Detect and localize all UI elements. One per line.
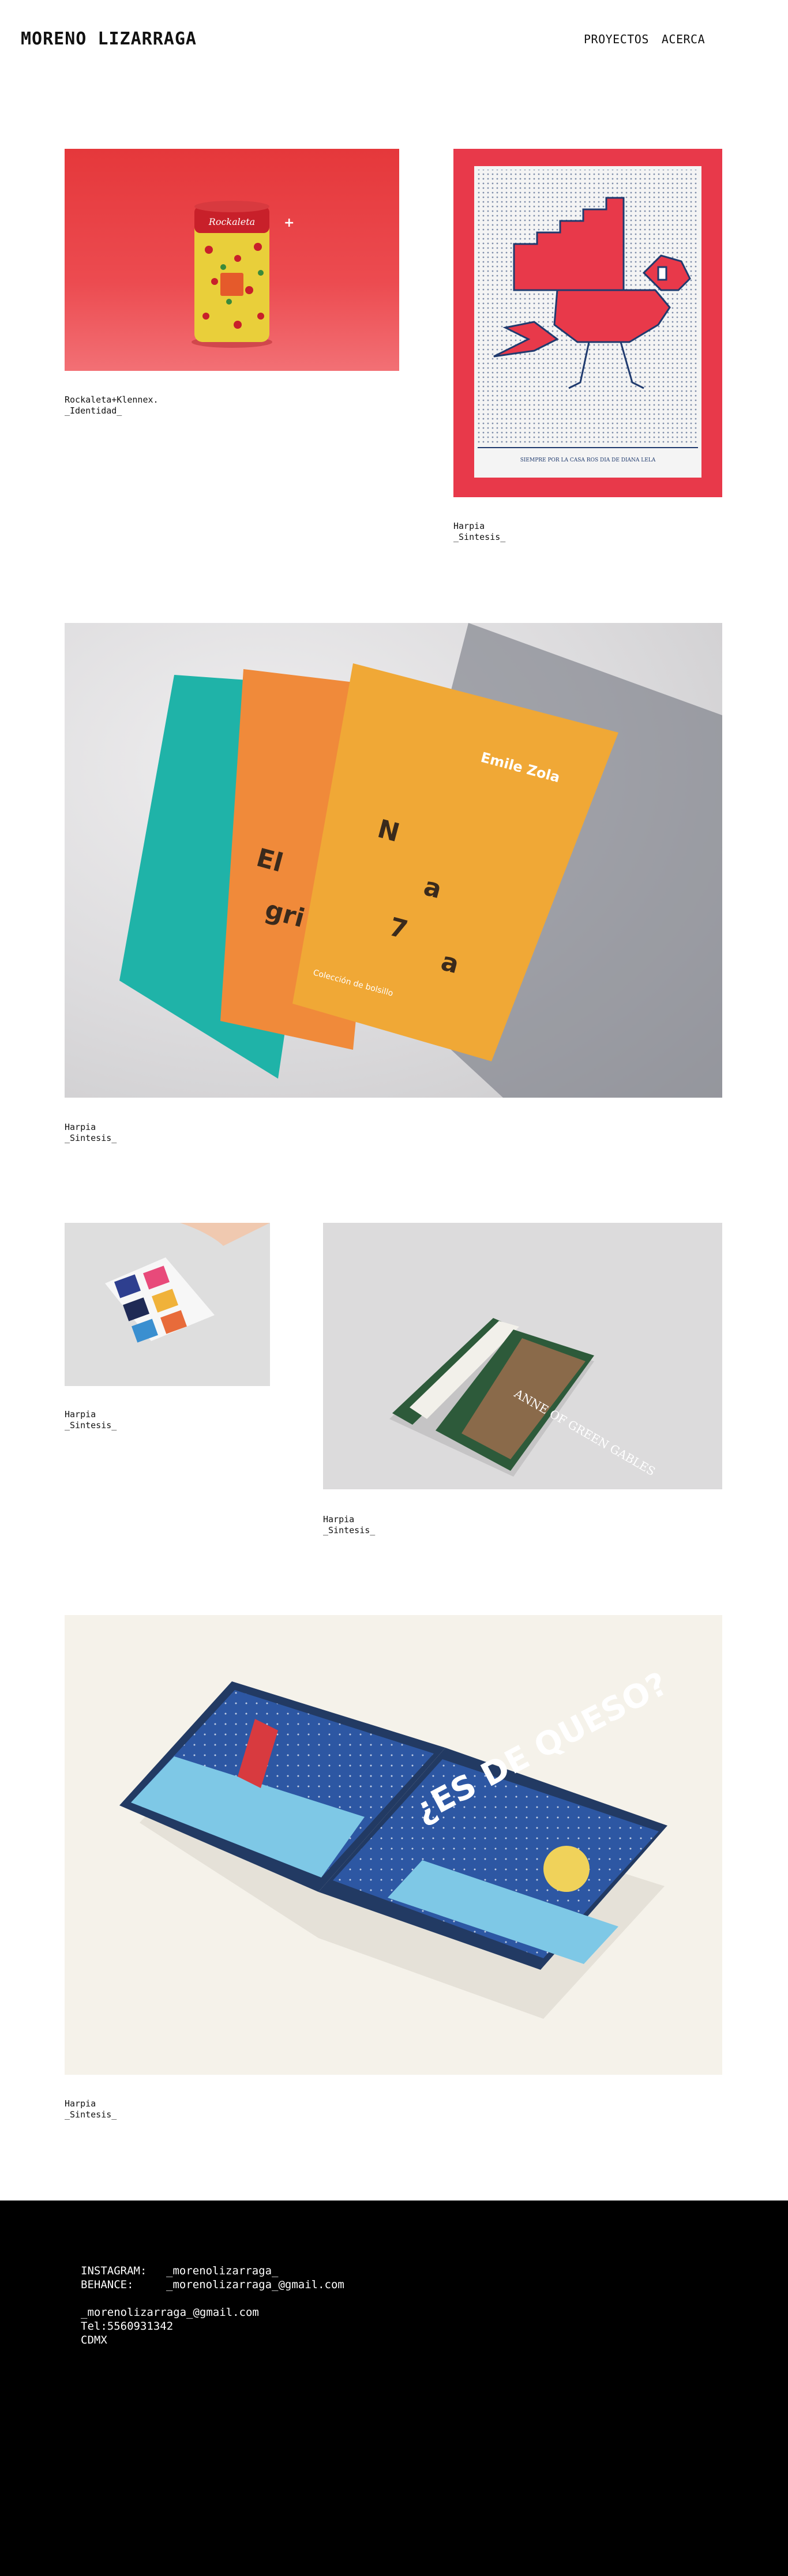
rockaleta-can-illustration: Rockaleta +: [192, 201, 294, 348]
city-text: CDMX: [81, 2334, 107, 2346]
poster-caption-text: SIEMPRE POR LA CASA ROS DIA DE DIANA LEL…: [520, 457, 656, 463]
behance-label: BEHANCE:: [81, 2278, 134, 2291]
project-subtitle: _Sintesis_: [65, 1420, 117, 1430]
project-title: Harpia: [65, 1409, 96, 1420]
project-image-rockaleta[interactable]: Rockaleta +: [65, 149, 399, 371]
phone-text: Tel:5560931342: [81, 2320, 174, 2333]
project-caption-harpia-1[interactable]: Harpia _Sintesis_: [453, 521, 505, 543]
project-caption-harpia-3[interactable]: Harpia _Sintesis_: [65, 1409, 117, 1431]
svg-text:Rockaleta: Rockaleta: [208, 216, 255, 227]
instagram-row: INSTAGRAM: _morenolizarraga_: [81, 2264, 344, 2278]
contact-info: _morenolizarraga_@gmail.com Tel:55609313…: [81, 2305, 259, 2347]
project-subtitle: _Identidad_: [65, 405, 122, 416]
project-caption-harpia-5[interactable]: Harpia _Sintesis_: [65, 2098, 117, 2120]
project-subtitle: _Sintesis_: [65, 2109, 117, 2120]
nav-link-proyectos[interactable]: PROYECTOS: [584, 32, 649, 46]
site-footer: INSTAGRAM: _morenolizarraga_ BEHANCE: _m…: [0, 2201, 788, 2576]
svg-text:+: +: [284, 216, 294, 230]
site-logo[interactable]: MORENO LIZARRAGA: [21, 29, 197, 49]
social-links: INSTAGRAM: _morenolizarraga_ BEHANCE: _m…: [81, 2264, 344, 2292]
project-subtitle: _Sintesis_: [323, 1525, 376, 1535]
project-image-queso-book[interactable]: ¿ES DE QUESO?: [65, 1615, 722, 2075]
instagram-link[interactable]: _morenolizarraga_: [166, 2264, 278, 2278]
nav-link-acerca[interactable]: ACERCA: [662, 32, 705, 46]
harpia-poster-illustration: SIEMPRE POR LA CASA ROS DIA DE DIANA LEL…: [474, 166, 701, 478]
project-image-harpia-poster[interactable]: SIEMPRE POR LA CASA ROS DIA DE DIANA LEL…: [453, 149, 722, 497]
project-subtitle: _Sintesis_: [65, 1133, 117, 1143]
main-nav: PROYECTOS ACERCA: [584, 32, 705, 46]
magazine-illustration: [105, 1223, 270, 1343]
project-subtitle: _Sintesis_: [453, 532, 506, 542]
project-title: Harpia: [65, 1122, 96, 1132]
project-image-zola-books[interactable]: Emile Zola Colección de bolsillo N a 7 a…: [65, 623, 722, 1098]
project-title: Harpia: [323, 1514, 355, 1524]
books-illustration: Emile Zola Colección de bolsillo N a 7 a…: [119, 623, 722, 1098]
queso-book-illustration: ¿ES DE QUESO?: [119, 1665, 674, 2019]
project-title: Harpia: [453, 521, 485, 531]
project-title: Rockaleta+Klennex.: [65, 395, 159, 405]
green-book-illustration: ANNE OF GREEN GABLES: [389, 1318, 658, 1478]
project-title: Harpia: [65, 2098, 96, 2109]
project-caption-rockaleta[interactable]: Rockaleta+Klennex. _Identidad_: [65, 395, 159, 416]
project-image-magazine[interactable]: [65, 1223, 270, 1386]
instagram-label: INSTAGRAM:: [81, 2265, 147, 2277]
project-image-green-book[interactable]: ANNE OF GREEN GABLES: [323, 1223, 722, 1489]
project-caption-harpia-2[interactable]: Harpia _Sintesis_: [65, 1122, 117, 1144]
behance-row: BEHANCE: _morenolizarraga_@gmail.com: [81, 2278, 344, 2292]
behance-link[interactable]: _morenolizarraga_@gmail.com: [166, 2278, 344, 2292]
project-caption-harpia-4[interactable]: Harpia _Sintesis_: [323, 1514, 375, 1536]
email-link[interactable]: _morenolizarraga_@gmail.com: [81, 2305, 259, 2319]
